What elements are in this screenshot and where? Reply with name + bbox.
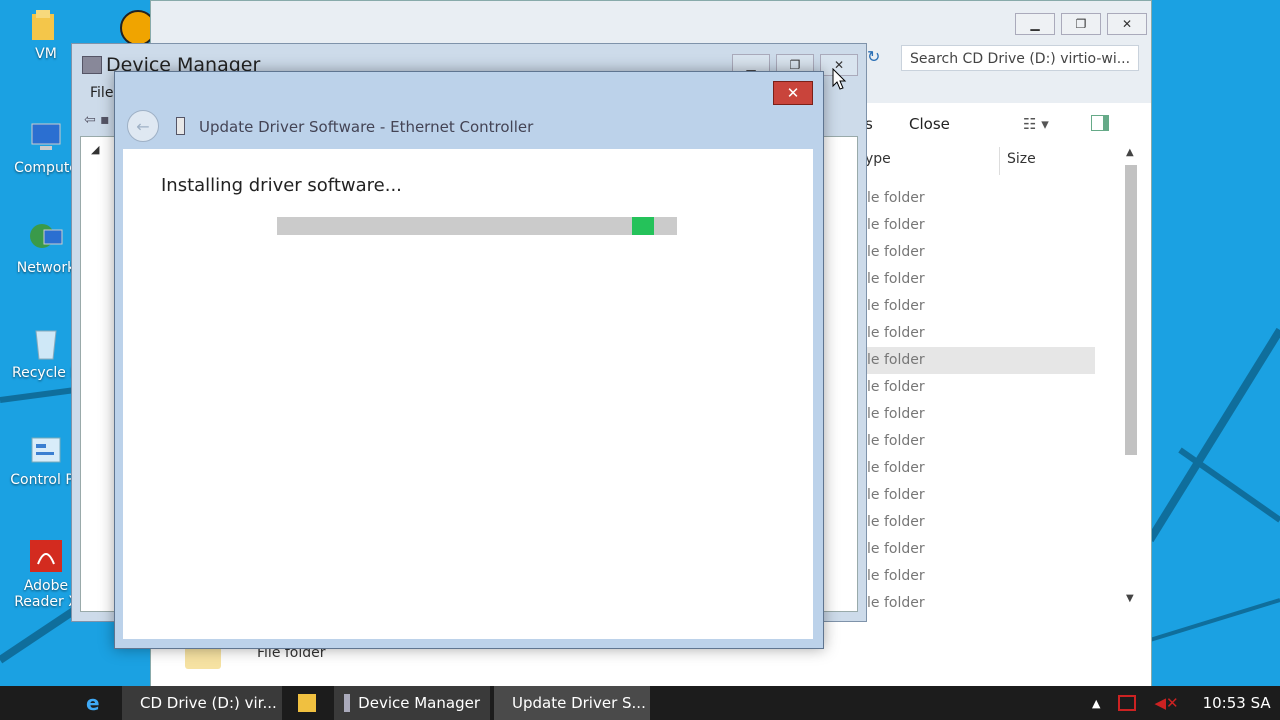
control-panel-icon — [28, 432, 64, 468]
close-icon: ✕ — [786, 84, 800, 102]
back-arrow-icon: ← — [136, 116, 150, 136]
back-button[interactable]: ← — [127, 110, 159, 142]
taskbar-item-device-manager[interactable]: Device Manager — [334, 686, 490, 720]
minimize-button[interactable]: ▁ — [1015, 13, 1055, 35]
preview-pane-icon[interactable] — [1091, 115, 1109, 131]
network-error-icon[interactable] — [1118, 695, 1137, 711]
taskbar-item-update-driver[interactable]: Update Driver S... — [494, 686, 650, 720]
maximize-button[interactable]: ❐ — [1061, 13, 1101, 35]
scroll-up-icon[interactable]: ▲ — [1126, 147, 1134, 158]
taskbar-media-button[interactable] — [288, 686, 326, 720]
computer-icon — [28, 120, 64, 156]
column-separator[interactable] — [999, 147, 1000, 175]
taskbar-item-label: Update Driver S... — [512, 694, 646, 712]
progress-fill — [632, 217, 654, 235]
recycle-bin-icon — [28, 325, 64, 361]
mouse-cursor-icon — [832, 68, 847, 90]
explorer-window-controls: ▁ ❐ ✕ — [1015, 13, 1147, 35]
folder-icon — [28, 6, 64, 42]
scrollbar-thumb[interactable] — [1125, 165, 1137, 455]
maximize-icon: ❐ — [789, 58, 801, 72]
vertical-scrollbar[interactable]: ▲ ▼ — [1125, 147, 1139, 607]
taskbar-ie-button[interactable]: e — [76, 686, 110, 720]
taskbar-item-label: Device Manager — [358, 694, 480, 712]
refresh-icon[interactable]: ↻ — [867, 47, 880, 66]
minimize-icon: ▁ — [746, 58, 756, 72]
file-row[interactable]: le folder — [867, 347, 1095, 374]
file-row[interactable]: le folder — [867, 455, 1095, 482]
close-icon: ✕ — [1121, 17, 1133, 31]
tree-expand-icon[interactable]: ◢ — [91, 143, 99, 156]
system-tray: ▲ ◀✕ 10:53 SA — [1092, 686, 1271, 720]
file-row[interactable]: le folder — [867, 509, 1095, 536]
update-driver-dialog[interactable]: ✕ ← Update Driver Software - Ethernet Co… — [114, 71, 824, 649]
file-row[interactable]: le folder — [867, 239, 1095, 266]
file-row[interactable]: le folder — [867, 401, 1095, 428]
taskbar-item-cd-drive[interactable]: CD Drive (D:) vir... — [122, 686, 282, 720]
dialog-content: Installing driver software... — [123, 149, 813, 639]
device-manager-icon — [344, 694, 351, 712]
toolbar-close-button[interactable]: Close — [909, 115, 950, 133]
view-options-icon[interactable]: ☷ ▾ — [1023, 115, 1049, 133]
file-row[interactable]: le folder — [867, 563, 1095, 590]
maximize-icon: ❐ — [1075, 17, 1087, 31]
taskbar: e CD Drive (D:) vir... Device Manager Up… — [0, 686, 1280, 720]
device-icon — [176, 117, 185, 135]
dialog-close-button[interactable]: ✕ — [773, 81, 813, 105]
network-icon — [28, 220, 64, 256]
menu-file[interactable]: File — [90, 85, 113, 101]
search-input[interactable]: Search CD Drive (D:) virtio-wi... — [901, 45, 1139, 71]
internet-explorer-icon: e — [86, 691, 100, 715]
file-row[interactable]: le folder — [867, 320, 1095, 347]
file-row[interactable]: le folder — [867, 212, 1095, 239]
minimize-icon: ▁ — [1030, 17, 1040, 31]
column-header-type[interactable]: ype — [865, 151, 891, 167]
dialog-title: Update Driver Software - Ethernet Contro… — [199, 118, 534, 136]
progress-bar — [277, 217, 677, 235]
file-row[interactable]: le folder — [867, 266, 1095, 293]
pdf-icon — [28, 538, 64, 574]
device-manager-icon — [82, 56, 102, 74]
file-row[interactable]: le folder — [867, 374, 1095, 401]
file-row[interactable]: le folder — [867, 482, 1095, 509]
media-player-icon — [298, 694, 316, 712]
taskbar-item-label: CD Drive (D:) vir... — [140, 694, 277, 712]
show-hidden-icons-icon[interactable]: ▲ — [1092, 697, 1100, 710]
back-arrow-icon[interactable]: ⇦ ▪ — [84, 112, 110, 128]
file-row[interactable]: le folder — [867, 536, 1095, 563]
column-header-size[interactable]: Size — [1007, 151, 1036, 167]
clock[interactable]: 10:53 SA — [1203, 694, 1271, 712]
file-row[interactable]: le folder — [867, 293, 1095, 320]
file-row[interactable]: le folder — [867, 428, 1095, 455]
close-button[interactable]: ✕ — [1107, 13, 1147, 35]
scroll-down-icon[interactable]: ▼ — [1126, 593, 1134, 604]
file-row[interactable]: le folder — [867, 590, 1095, 617]
file-row[interactable]: le folder — [867, 185, 1095, 212]
status-heading: Installing driver software... — [161, 175, 402, 196]
volume-muted-icon[interactable]: ◀✕ — [1154, 694, 1178, 712]
